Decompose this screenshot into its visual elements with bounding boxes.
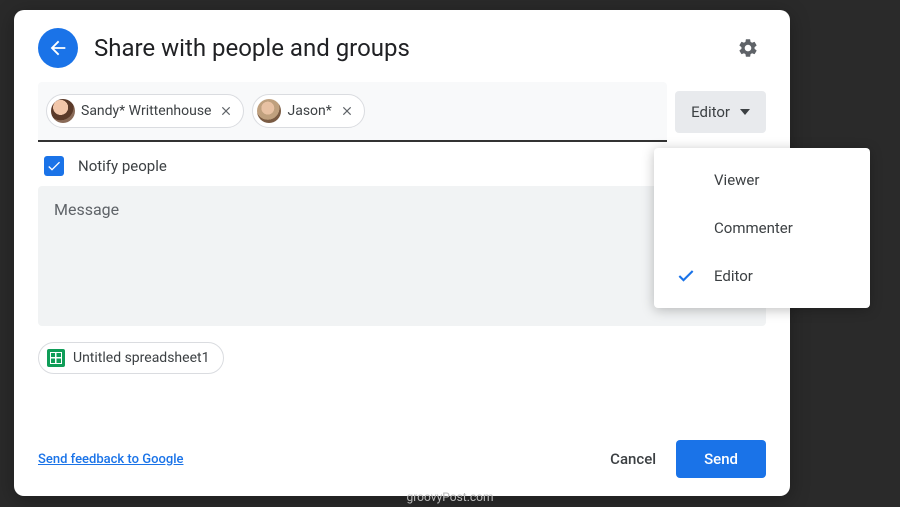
- chip-name: Jason*: [287, 103, 331, 119]
- feedback-link[interactable]: Send feedback to Google: [38, 452, 183, 467]
- dialog-footer: Send feedback to Google Cancel Send: [14, 430, 790, 496]
- role-dropdown-menu: Viewer Commenter Editor: [654, 148, 870, 308]
- send-button[interactable]: Send: [676, 440, 766, 478]
- chip-name: Sandy* Writtenhouse: [81, 103, 211, 119]
- watermark: groovyPost.com: [406, 490, 493, 504]
- dialog-header: Share with people and groups: [14, 10, 790, 82]
- role-dropdown-button[interactable]: Editor: [675, 91, 766, 133]
- check-slot: [676, 170, 696, 190]
- check-icon: [676, 266, 696, 286]
- message-placeholder: Message: [54, 200, 119, 219]
- check-icon: [46, 158, 62, 174]
- role-option-viewer[interactable]: Viewer: [654, 156, 870, 204]
- attachment-name: Untitled spreadsheet1: [73, 350, 209, 366]
- check-slot: [676, 218, 696, 238]
- role-label: Editor: [691, 103, 730, 121]
- sheets-icon: [47, 349, 65, 367]
- check-slot: [676, 266, 696, 286]
- person-chip[interactable]: Sandy* Writtenhouse: [46, 94, 244, 128]
- notify-checkbox[interactable]: [44, 156, 64, 176]
- role-option-editor[interactable]: Editor: [654, 252, 870, 300]
- avatar-icon: [257, 99, 281, 123]
- option-label: Commenter: [714, 219, 793, 237]
- people-input[interactable]: Sandy* Writtenhouse Jason*: [38, 82, 667, 142]
- option-label: Viewer: [714, 171, 759, 189]
- remove-chip-button[interactable]: [217, 102, 235, 120]
- person-chip[interactable]: Jason*: [252, 94, 364, 128]
- cancel-button[interactable]: Cancel: [590, 440, 676, 478]
- notify-label: Notify people: [78, 157, 167, 175]
- caret-down-icon: [740, 107, 750, 117]
- gear-icon: [737, 37, 759, 59]
- attachment-chip[interactable]: Untitled spreadsheet1: [38, 342, 224, 374]
- dialog-title: Share with people and groups: [94, 34, 730, 62]
- back-button[interactable]: [38, 28, 78, 68]
- role-option-commenter[interactable]: Commenter: [654, 204, 870, 252]
- close-icon: [219, 104, 233, 118]
- close-icon: [340, 104, 354, 118]
- remove-chip-button[interactable]: [338, 102, 356, 120]
- attachment-row: Untitled spreadsheet1: [14, 326, 790, 382]
- avatar-icon: [51, 99, 75, 123]
- arrow-left-icon: [47, 37, 69, 59]
- settings-button[interactable]: [730, 30, 766, 66]
- people-row: Sandy* Writtenhouse Jason* Editor: [14, 82, 790, 142]
- option-label: Editor: [714, 267, 753, 285]
